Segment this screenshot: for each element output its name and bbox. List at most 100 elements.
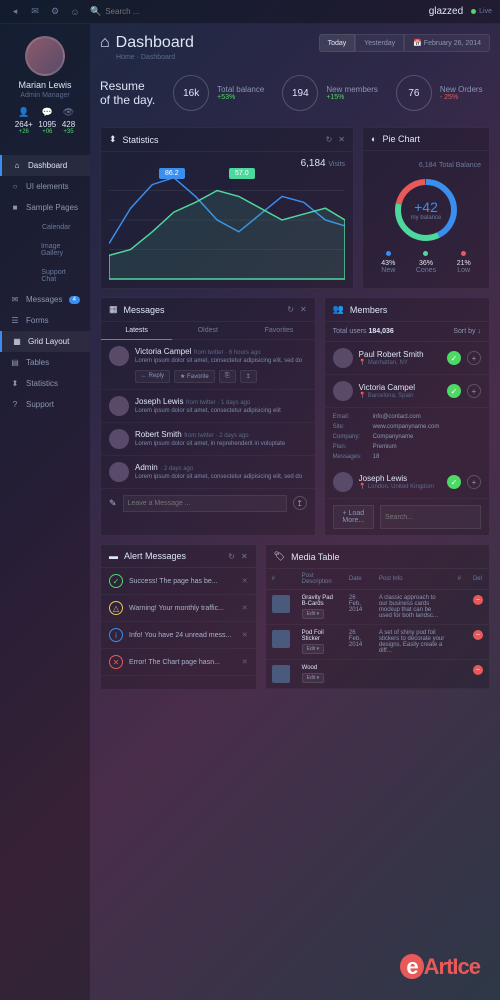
avatar[interactable] bbox=[333, 381, 353, 401]
msg-action-button[interactable]: ⎘ bbox=[219, 370, 236, 383]
warning-icon: △ bbox=[109, 601, 123, 615]
date-today-button[interactable]: Today bbox=[319, 34, 356, 52]
back-icon[interactable]: ◂ bbox=[8, 5, 22, 19]
gear-icon[interactable]: ⚙ bbox=[48, 5, 62, 19]
sidebar-item[interactable]: Image Gallery bbox=[0, 237, 90, 263]
load-more-button[interactable]: + Load More... bbox=[333, 505, 374, 529]
sidebar-item[interactable]: ✉Messages4 bbox=[0, 289, 90, 310]
kpi: 16kTotal balance+53% bbox=[173, 75, 264, 111]
table-header: # bbox=[452, 569, 467, 590]
msg-action-button[interactable]: ↥ bbox=[240, 370, 257, 383]
tab[interactable]: Oldest bbox=[172, 322, 243, 340]
edit-button[interactable]: Edit ▾ bbox=[302, 609, 325, 619]
profile-stat: 💬1095+06 bbox=[38, 107, 56, 135]
member-item: Joseph Lewis📍 London, United Kingdom✓+ bbox=[325, 466, 489, 499]
thumbnail bbox=[272, 665, 290, 683]
line-chart: 6,184 Visits 86.2 57.0 bbox=[109, 160, 345, 280]
check-button[interactable]: ✓ bbox=[447, 475, 461, 489]
donut-chart: +42 my balance bbox=[391, 175, 461, 245]
profile: Marian Lewis Admin Manager 👤264++26💬1095… bbox=[0, 32, 90, 145]
delete-button[interactable]: − bbox=[473, 665, 483, 675]
avatar[interactable] bbox=[109, 429, 129, 449]
sidebar-item[interactable]: Calendar bbox=[0, 218, 90, 237]
table-header: Date bbox=[343, 569, 373, 590]
alert-item: △Warning! Your monthly traffic...✕ bbox=[101, 595, 256, 622]
add-button[interactable]: + bbox=[467, 351, 481, 365]
refresh-icon[interactable]: ↻ bbox=[326, 135, 333, 144]
close-icon[interactable]: ✕ bbox=[242, 604, 248, 612]
close-icon[interactable]: ✕ bbox=[241, 552, 248, 561]
alert-item: ✕Error! The Chart page hasn...✕ bbox=[101, 649, 256, 676]
mail-icon[interactable]: ✉ bbox=[28, 5, 42, 19]
avatar[interactable] bbox=[333, 348, 353, 368]
statistics-panel: ⬍ Statistics ↻ ✕ 6,184 Visits 86.2 57.0 bbox=[100, 127, 354, 289]
resume-title: Resume of the day. bbox=[100, 79, 155, 108]
thumbnail bbox=[272, 595, 290, 613]
table-row: Pod Foil StickerEdit ▾26 Feb, 2014A set … bbox=[266, 625, 489, 660]
sidebar-item[interactable]: ○UI elements bbox=[0, 176, 90, 197]
sidebar-item[interactable]: ▤Tables bbox=[0, 352, 90, 373]
media-icon: 🏷 bbox=[274, 551, 285, 562]
search-icon: 🔍 bbox=[90, 6, 101, 17]
sort-button[interactable]: Sort by ↓ bbox=[453, 328, 481, 335]
success-icon: ✓ bbox=[109, 574, 123, 588]
check-button[interactable]: ✓ bbox=[447, 351, 461, 365]
profile-stat: 👁428+35 bbox=[62, 107, 75, 135]
msg-action-button[interactable]: ★ Favorite bbox=[174, 370, 215, 383]
home-icon: ⌂ bbox=[100, 34, 110, 52]
message-input[interactable] bbox=[123, 495, 287, 512]
alert-item: iInfo! You have 24 unread mess...✕ bbox=[101, 622, 256, 649]
thumbnail bbox=[272, 630, 290, 648]
search-input[interactable] bbox=[105, 7, 205, 16]
kpi: 76New Orders- 25% bbox=[396, 75, 483, 111]
sidebar-item[interactable]: ▦Grid Layout bbox=[0, 331, 90, 352]
nav: ⌂Dashboard○UI elements■Sample PagesCalen… bbox=[0, 155, 90, 415]
topbar: ◂ ✉ ⚙ ☺ 🔍 glazzed Live bbox=[0, 0, 500, 24]
chart-tooltip: 86.2 bbox=[159, 168, 185, 179]
messages-icon: ▦ bbox=[109, 304, 118, 315]
tab[interactable]: Latests bbox=[101, 322, 172, 340]
close-icon[interactable]: ✕ bbox=[242, 658, 248, 666]
sidebar-item[interactable]: ⌂Dashboard bbox=[0, 155, 90, 176]
table-row: Gravity Pad B-CardsEdit ▾26 Feb, 2014A c… bbox=[266, 590, 489, 625]
delete-button[interactable]: − bbox=[473, 630, 483, 640]
avatar[interactable] bbox=[109, 346, 129, 366]
close-icon[interactable]: ✕ bbox=[300, 305, 307, 314]
add-button[interactable]: + bbox=[467, 475, 481, 489]
message-item: Joseph Lewis from twitter · 1 days agoLo… bbox=[101, 390, 315, 423]
edit-button[interactable]: Edit ▾ bbox=[302, 673, 325, 683]
sidebar-item[interactable]: Support Chat bbox=[0, 263, 90, 289]
refresh-icon[interactable]: ↻ bbox=[287, 305, 294, 314]
msg-action-button[interactable]: ← Reply bbox=[135, 370, 170, 383]
member-details: Email:info@contact.comSite:www.companyna… bbox=[325, 408, 489, 466]
avatar[interactable] bbox=[109, 462, 129, 482]
close-icon[interactable]: ✕ bbox=[338, 135, 345, 144]
sidebar-item[interactable]: ■Sample Pages bbox=[0, 197, 90, 218]
add-button[interactable]: + bbox=[467, 384, 481, 398]
check-button[interactable]: ✓ bbox=[447, 384, 461, 398]
avatar[interactable] bbox=[25, 36, 65, 76]
sidebar-item[interactable]: ⬍Statistics bbox=[0, 373, 90, 394]
refresh-icon[interactable]: ↻ bbox=[228, 552, 235, 561]
media-table: #Post DescriptionDatePost Info#Del Gravi… bbox=[266, 569, 489, 689]
delete-button[interactable]: − bbox=[473, 595, 483, 605]
tab[interactable]: Favorites bbox=[243, 322, 314, 340]
live-badge: Live bbox=[471, 8, 492, 15]
close-icon[interactable]: ✕ bbox=[242, 577, 248, 585]
date-picker-button[interactable]: 📅 February 26, 2014 bbox=[404, 34, 490, 52]
avatar[interactable] bbox=[333, 472, 353, 492]
page-title: ⌂ Dashboard bbox=[100, 34, 194, 52]
sidebar-item[interactable]: ?Support bbox=[0, 394, 90, 415]
table-header: Del bbox=[467, 569, 489, 590]
user-icon[interactable]: ☺ bbox=[68, 5, 82, 19]
close-icon[interactable]: ✕ bbox=[242, 631, 248, 639]
member-item: Victoria Campel📍 Barcelona, Spain✓+ bbox=[325, 375, 489, 408]
member-search-input[interactable] bbox=[380, 505, 481, 529]
send-button[interactable]: ↥ bbox=[293, 496, 307, 510]
edit-button[interactable]: Edit ▾ bbox=[302, 644, 325, 654]
table-header: Post Info bbox=[373, 569, 452, 590]
date-buttons: Today Yesterday 📅 February 26, 2014 bbox=[319, 34, 490, 52]
date-yesterday-button[interactable]: Yesterday bbox=[355, 34, 404, 52]
avatar[interactable] bbox=[109, 396, 129, 416]
sidebar-item[interactable]: ☰Forms bbox=[0, 310, 90, 331]
